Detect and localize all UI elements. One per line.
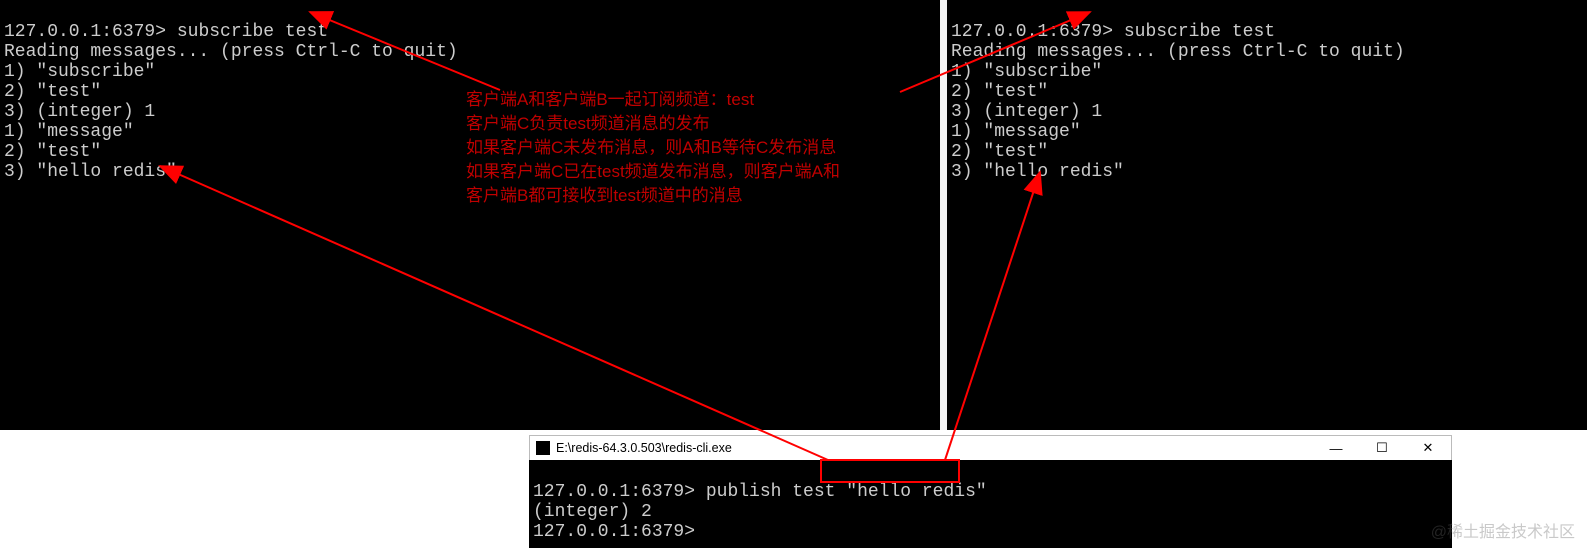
app-icon — [536, 441, 550, 455]
annotation-text: 客户端A和客户端B一起订阅频道：test 客户端C负责test频道消息的发布 如… — [466, 88, 936, 208]
prompt: 127.0.0.1:6379> — [951, 22, 1113, 42]
annotation-line: 客户端A和客户端B一起订阅频道：test — [466, 88, 936, 112]
terminal-line: 1) "subscribe" — [4, 62, 155, 82]
highlight-box — [820, 459, 960, 483]
annotation-line: 客户端C负责test频道消息的发布 — [466, 112, 936, 136]
command-text: publish test "hello redis" — [706, 482, 987, 502]
terminal-line: 3) "hello redis" — [4, 162, 177, 182]
terminal-line: 3) "hello redis" — [951, 162, 1124, 182]
prompt: 127.0.0.1:6379> — [533, 482, 695, 502]
command-text: subscribe test — [1124, 22, 1275, 42]
terminal-line: 2) "test" — [951, 142, 1048, 162]
terminal-line: (integer) 2 — [533, 502, 652, 522]
terminal-line: Reading messages... (press Ctrl-C to qui… — [4, 42, 458, 62]
prompt: 127.0.0.1:6379> — [4, 22, 166, 42]
terminal-line: 2) "test" — [951, 82, 1048, 102]
terminal-client-c[interactable]: 127.0.0.1:6379> publish test "hello redi… — [529, 460, 1452, 548]
watermark: @稀土掘金技术社区 — [1431, 518, 1575, 542]
window-titlebar[interactable]: E:\redis-64.3.0.503\redis-cli.exe — ☐ ✕ — [529, 435, 1452, 461]
window-title: E:\redis-64.3.0.503\redis-cli.exe — [556, 441, 1313, 455]
terminal-client-b[interactable]: 127.0.0.1:6379> subscribe test Reading m… — [947, 0, 1587, 430]
terminal-line: 3) (integer) 1 — [4, 102, 155, 122]
terminal-line: 2) "test" — [4, 82, 101, 102]
command-text: subscribe test — [177, 22, 328, 42]
pane-divider — [940, 0, 947, 430]
close-button[interactable]: ✕ — [1405, 436, 1451, 460]
minimize-button[interactable]: — — [1313, 436, 1359, 460]
terminal-line: 1) "message" — [951, 122, 1081, 142]
prompt: 127.0.0.1:6379> — [533, 522, 695, 542]
maximize-button[interactable]: ☐ — [1359, 436, 1405, 460]
terminal-line: 1) "message" — [4, 122, 134, 142]
terminal-client-a[interactable]: 127.0.0.1:6379> subscribe test Reading m… — [0, 0, 940, 430]
annotation-line: 如果客户端C已在test频道发布消息，则客户端A和 — [466, 160, 936, 184]
terminal-line: 3) (integer) 1 — [951, 102, 1102, 122]
terminal-line: 2) "test" — [4, 142, 101, 162]
annotation-line: 如果客户端C未发布消息，则A和B等待C发布消息 — [466, 136, 936, 160]
terminal-line: Reading messages... (press Ctrl-C to qui… — [951, 42, 1405, 62]
annotation-line: 客户端B都可接收到test频道中的消息 — [466, 184, 936, 208]
terminal-line: 1) "subscribe" — [951, 62, 1102, 82]
